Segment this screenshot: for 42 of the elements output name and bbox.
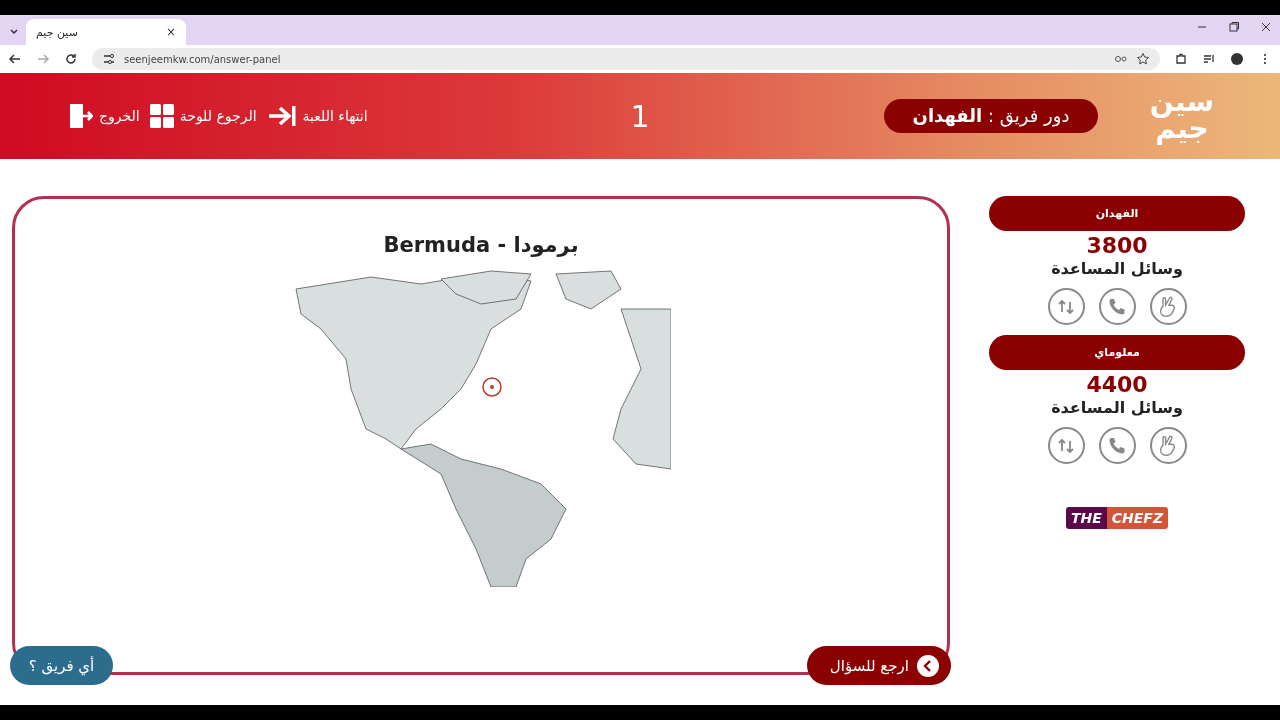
end-game-button[interactable]: انتهاء اللعبة [266,103,368,129]
team-score: 4400 [1086,372,1148,398]
star-icon[interactable] [1136,52,1150,66]
answer-title: Bermuda - برمودا [383,233,579,257]
close-tab-button[interactable]: × [165,25,176,39]
back-to-question-button[interactable]: ارجع للسؤال [807,646,951,685]
restore-icon[interactable] [1228,21,1240,33]
tab-title: سين جيم [36,25,79,39]
extensions-icon[interactable] [1174,52,1188,66]
help-aids-label: وسائل المساعدة [1051,259,1183,279]
phone-icon [1107,435,1127,456]
help-aid-button[interactable] [1149,427,1187,464]
phone-icon [1107,296,1127,317]
arrow-to-bar-icon [266,105,297,127]
grid-icon [149,104,174,128]
help-aid-button[interactable] [1047,427,1085,464]
back-icon[interactable] [8,52,22,66]
sponsor-logo: THE CHEFZ [1065,507,1169,529]
team-name-bar: معلوماي [989,335,1245,370]
reload-icon[interactable] [64,52,78,66]
question-number: 1 [629,98,651,134]
logo: سين جيم [1150,89,1214,143]
help-aid-button[interactable] [1149,288,1187,325]
help-aids-label: وسائل المساعدة [1051,398,1183,418]
profile-avatar-icon[interactable] [1230,52,1244,66]
media-icon[interactable] [1202,52,1216,66]
location-marker-icon [482,377,502,397]
close-icon[interactable] [1260,21,1272,33]
browser-tab[interactable]: سين جيم × [26,19,186,45]
site-settings-icon[interactable] [102,52,116,66]
door-exit-icon [69,103,93,129]
team-score: 3800 [1086,233,1148,259]
help-aid-button[interactable] [1047,288,1085,325]
which-team-button[interactable]: أي فريق ؟ [10,646,113,685]
team-name-bar: الفهدان [989,196,1245,231]
address-bar[interactable]: seenjeemkw.com/answer-panel [92,48,1160,70]
help-aid-button[interactable] [1098,288,1136,325]
back-to-board-button[interactable]: الرجوع للوحة [149,103,257,129]
help-aid-button[interactable] [1098,427,1136,464]
team-turn-label: دور فريق : الفهدان [884,99,1098,133]
exit-button[interactable]: الخروج [69,103,140,129]
chevron-icon [917,654,939,677]
